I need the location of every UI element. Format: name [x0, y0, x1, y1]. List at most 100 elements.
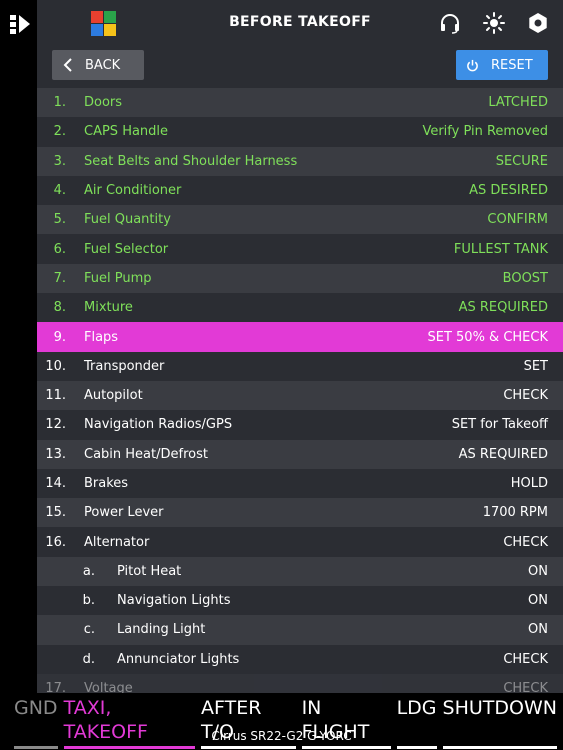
checklist-row[interactable]: 12. Navigation Radios/GPS SET for Takeoff — [37, 410, 563, 439]
item-number: 5. — [53, 212, 66, 228]
item-number: d. — [82, 651, 95, 667]
item-number: c. — [83, 622, 95, 638]
item-number: 11. — [45, 388, 66, 404]
item-label: Transponder — [84, 358, 165, 374]
item-label: Fuel Selector — [84, 241, 169, 257]
item-number: b. — [82, 593, 95, 609]
checklist-row[interactable]: 5. Fuel Quantity CONFIRM — [37, 205, 563, 235]
item-value: HOLD — [510, 476, 548, 491]
checklist-row[interactable]: 4. Air Conditioner AS DESIRED — [37, 176, 563, 205]
item-label: Doors — [84, 95, 123, 111]
item-label: Navigation Lights — [117, 593, 231, 609]
checklist-row[interactable]: 10. Transponder SET — [37, 352, 563, 381]
checklist-row[interactable]: 13. Cabin Heat/Defrost AS REQUIRED — [37, 439, 563, 469]
item-number: 6. — [53, 241, 66, 257]
item-value: LATCHED — [488, 95, 548, 111]
checklist-row[interactable]: 1. Doors LATCHED — [37, 88, 563, 118]
item-number: 2. — [53, 124, 66, 140]
item-value: CHECK — [503, 651, 548, 667]
item-label: CAPS Handle — [84, 124, 169, 140]
item-value: Verify Pin Removed — [422, 124, 548, 140]
gear-icon[interactable] — [527, 12, 549, 34]
sidebar-toggle-icon[interactable] — [9, 13, 31, 35]
item-value: AS DESIRED — [469, 183, 548, 199]
item-label: Fuel Pump — [84, 270, 152, 286]
item-label: Autopilot — [84, 388, 143, 404]
item-value: SECURE — [495, 153, 548, 169]
checklist-row[interactable]: 15. Power Lever 1700 RPM — [37, 498, 563, 528]
checklist-row[interactable]: 3. Seat Belts and Shoulder Harness SECURE — [37, 146, 563, 176]
item-label: Cabin Heat/Defrost — [84, 446, 208, 462]
back-button[interactable]: BACK — [52, 50, 144, 80]
item-label: Flaps — [84, 329, 119, 345]
checklist: 1. Doors LATCHED 2. CAPS Handle Verify Pin Re… — [37, 88, 563, 693]
item-number: 14. — [45, 476, 66, 491]
item-value: ON — [528, 593, 548, 609]
checklist-row[interactable]: 14. Brakes HOLD — [37, 469, 563, 498]
aircraft-label: Cirrus SR22-G2 G-YORC — [211, 729, 352, 743]
item-value: CHECK — [503, 534, 548, 550]
checklist-row[interactable]: c. Landing Light ON — [37, 615, 563, 645]
item-value: AS REQUIRED — [458, 300, 548, 316]
item-label: Seat Belts and Shoulder Harness — [84, 153, 298, 169]
item-value: ON — [528, 622, 548, 638]
item-label: Navigation Radios/GPS — [84, 417, 233, 433]
item-label: Pitot Heat — [117, 563, 182, 579]
chevron-left-icon — [63, 58, 72, 72]
checklist-row[interactable]: 9. Flaps SET 50% & CHECK — [37, 322, 563, 352]
item-number: 16. — [45, 534, 66, 550]
item-value: CHECK — [503, 681, 548, 693]
item-number: 8. — [53, 300, 66, 316]
checklist-row[interactable]: b. Navigation Lights ON — [37, 586, 563, 615]
reset-button[interactable]: RESET — [456, 50, 548, 80]
brightness-icon[interactable] — [483, 12, 505, 34]
top-bar: BEFORE TAKEOFF — [37, 0, 563, 46]
back-button-label: BACK — [85, 57, 121, 73]
item-value: BOOST — [502, 270, 548, 286]
item-label: Brakes — [84, 476, 129, 491]
sidebar — [0, 0, 37, 750]
item-number: 12. — [45, 417, 66, 433]
checklist-row[interactable]: a. Pitot Heat ON — [37, 556, 563, 587]
item-value: CONFIRM — [487, 212, 548, 228]
item-number: 15. — [45, 505, 66, 521]
item-number: 4. — [53, 183, 66, 199]
checklist-row[interactable]: 17. Voltage CHECK — [37, 673, 563, 693]
headset-icon[interactable] — [439, 12, 461, 34]
item-number: 10. — [45, 358, 66, 374]
item-label: Power Lever — [84, 505, 164, 521]
item-number: 13. — [45, 446, 66, 462]
item-value: 1700 RPM — [482, 505, 548, 521]
item-value: SET — [523, 358, 548, 374]
checklist-row[interactable]: 11. Autopilot CHECK — [37, 380, 563, 411]
item-label: Annunciator Lights — [117, 651, 240, 667]
item-number: 17. — [45, 681, 66, 693]
item-label: Air Conditioner — [84, 183, 182, 199]
checklist-row[interactable]: 8. Mixture AS REQUIRED — [37, 293, 563, 322]
item-label: Alternator — [84, 534, 150, 550]
item-value: FULLEST TANK — [453, 241, 548, 257]
item-number: 1. — [53, 95, 66, 111]
item-value: SET for Takeoff — [451, 417, 548, 433]
item-number: 9. — [53, 329, 66, 345]
item-label: Mixture — [84, 300, 133, 316]
item-number: 7. — [53, 270, 66, 286]
item-number: a. — [82, 563, 95, 579]
main-panel: BEFORE TAKEOFF BACK RESET 1. Doors LATCH… — [37, 0, 563, 693]
item-value: CHECK — [503, 388, 548, 404]
checklist-row[interactable]: 16. Alternator CHECK — [37, 527, 563, 556]
item-label: Voltage — [84, 681, 133, 693]
item-value: AS REQUIRED — [458, 446, 548, 462]
reset-button-label: RESET — [491, 57, 533, 73]
checklist-row[interactable]: 6. Fuel Selector FULLEST TANK — [37, 234, 563, 263]
button-bar: BACK RESET — [37, 46, 563, 88]
checklist-row[interactable]: d. Annunciator Lights CHECK — [37, 645, 563, 674]
power-icon — [467, 59, 478, 71]
item-label: Fuel Quantity — [84, 212, 171, 228]
item-value: ON — [528, 563, 548, 579]
checklist-row[interactable]: 7. Fuel Pump BOOST — [37, 263, 563, 294]
item-value: SET 50% & CHECK — [427, 329, 548, 345]
item-number: 3. — [53, 153, 66, 169]
checklist-row[interactable]: 2. CAPS Handle Verify Pin Removed — [37, 117, 563, 146]
bottom-bar: GND TAXI, TAKEOFF AFTER T/O IN FLIGHT LDG SHU… — [0, 693, 563, 750]
